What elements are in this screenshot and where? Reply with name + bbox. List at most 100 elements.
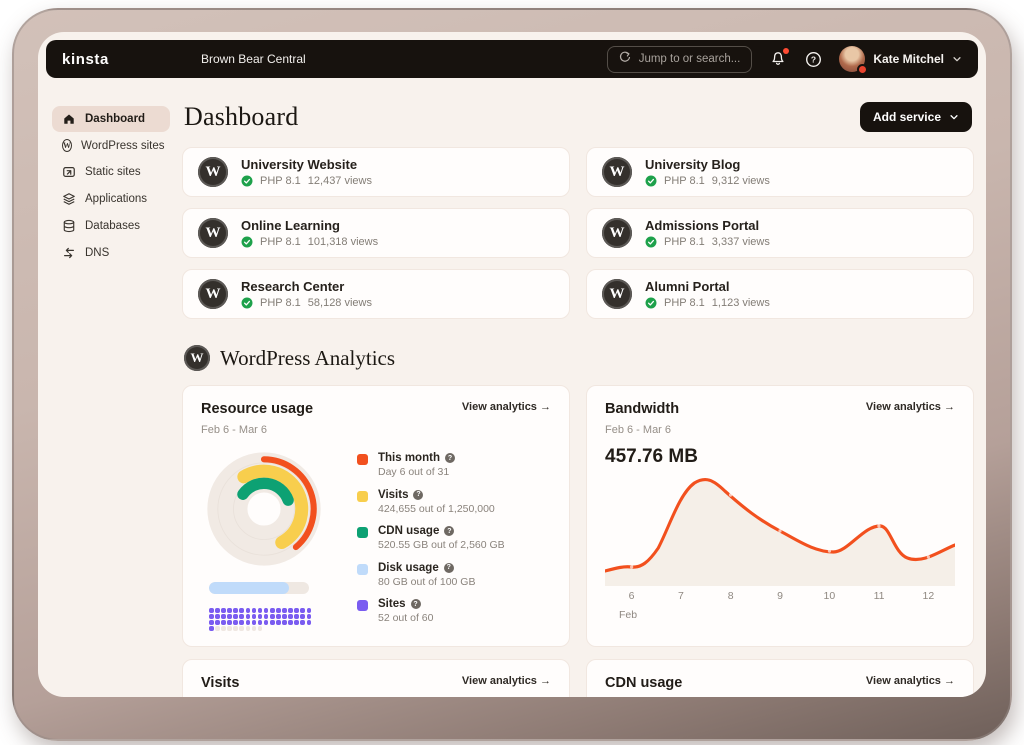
site-dot (221, 614, 226, 619)
date-range: Feb 6 - Mar 6 (605, 424, 955, 436)
resource-usage-legend: This month? Day 6 out of 31 Visits? (357, 448, 551, 631)
site-dot (246, 608, 251, 613)
site-dot (294, 608, 299, 613)
site-dot (209, 614, 214, 619)
sidebar-item-databases[interactable]: Databases (52, 213, 170, 239)
site-dot (209, 626, 214, 631)
wordpress-logo: W (602, 218, 632, 248)
site-dot (215, 614, 220, 619)
card-title: Visits (201, 675, 239, 691)
search-input[interactable]: Jump to or search... (607, 46, 753, 73)
status-ok-icon (645, 297, 657, 309)
wordpress-logo: W (198, 279, 228, 309)
site-dot (270, 620, 275, 625)
user-menu[interactable]: Kate Mitchel (839, 46, 962, 72)
site-dot (300, 614, 305, 619)
site-dot (307, 614, 312, 619)
site-card-research-center[interactable]: W Research Center PHP 8.1 58,128 views (182, 269, 570, 319)
site-dot (270, 614, 275, 619)
card-title: CDN usage (605, 675, 682, 691)
page-title: Dashboard (184, 102, 298, 132)
site-dot (221, 608, 226, 613)
site-dot (264, 614, 269, 619)
site-dot (294, 620, 299, 625)
site-dot (264, 608, 269, 613)
disk-usage-fill (209, 582, 289, 594)
site-dot (252, 626, 257, 631)
site-card-university-blog[interactable]: W University Blog PHP 8.1 9,312 views (586, 147, 974, 197)
site-dot (239, 608, 244, 613)
php-version: PHP 8.1 (664, 175, 705, 187)
notifications-bell-icon[interactable] (769, 50, 787, 68)
site-dot (246, 614, 251, 619)
search-placeholder: Jump to or search... (639, 53, 741, 65)
site-dot (282, 614, 287, 619)
help-icon[interactable]: ? (444, 563, 454, 573)
view-analytics-link[interactable]: View analytics → (462, 675, 551, 687)
sidebar-item-static-sites[interactable]: Static sites (52, 159, 170, 185)
legend-item-sites: Sites? 52 out of 60 (357, 598, 551, 624)
legend-item-disk-usage: Disk usage? 80 GB out of 100 GB (357, 562, 551, 588)
user-name: Kate Mitchel (873, 52, 944, 66)
help-icon[interactable]: ? (804, 50, 822, 68)
site-dot (227, 626, 232, 631)
date-range: Feb 6 - Mar 6 (201, 424, 551, 436)
sidebar: Dashboard W WordPress sites Static sites… (38, 86, 176, 697)
sidebar-item-applications[interactable]: Applications (52, 186, 170, 212)
site-views: 58,128 views (308, 297, 372, 309)
help-icon[interactable]: ? (445, 453, 455, 463)
view-analytics-link[interactable]: View analytics → (866, 401, 955, 413)
site-dot (215, 626, 220, 631)
sidebar-item-dns[interactable]: DNS (52, 240, 170, 266)
site-dot (233, 608, 238, 613)
site-views: 12,437 views (308, 175, 372, 187)
site-dot (209, 608, 214, 613)
site-dot (288, 620, 293, 625)
php-version: PHP 8.1 (664, 236, 705, 248)
dns-icon (62, 246, 76, 260)
site-dot (294, 614, 299, 619)
site-dot (227, 614, 232, 619)
view-analytics-link[interactable]: View analytics → (462, 401, 551, 413)
sidebar-item-wordpress-sites[interactable]: W WordPress sites (52, 133, 170, 158)
site-dot (282, 620, 287, 625)
site-dot (233, 614, 238, 619)
x-axis-labels: 6 7 8 9 10 11 12 (605, 590, 955, 606)
site-dot (239, 614, 244, 619)
kinsta-logo[interactable]: kinsta (62, 51, 109, 68)
help-icon[interactable]: ? (411, 599, 421, 609)
sidebar-item-dashboard[interactable]: Dashboard (52, 106, 170, 132)
site-dot (252, 614, 257, 619)
site-dot (276, 608, 281, 613)
site-dot (252, 608, 257, 613)
avatar (839, 46, 865, 72)
chevron-down-icon (952, 54, 962, 64)
site-dot (258, 608, 263, 613)
view-analytics-link[interactable]: View analytics → (866, 675, 955, 687)
home-icon (62, 112, 76, 126)
php-version: PHP 8.1 (260, 297, 301, 309)
site-dot (276, 620, 281, 625)
wordpress-logo: W (198, 157, 228, 187)
legend-item-visits: Visits? 424,655 out of 1,250,000 (357, 489, 551, 515)
site-card-alumni-portal[interactable]: W Alumni Portal PHP 8.1 1,123 views (586, 269, 974, 319)
site-views: 1,123 views (712, 297, 770, 309)
add-service-button[interactable]: Add service (860, 102, 972, 132)
site-dot (264, 620, 269, 625)
help-icon[interactable]: ? (444, 526, 454, 536)
site-dot (246, 620, 251, 625)
site-card-admissions-portal[interactable]: W Admissions Portal PHP 8.1 3,337 views (586, 208, 974, 258)
site-card-grid: W University Website PHP 8.1 12,437 view… (182, 147, 974, 319)
help-icon[interactable]: ? (413, 490, 423, 500)
top-navigation-bar: kinsta Brown Bear Central Jump to or sea… (46, 40, 978, 78)
site-card-university-website[interactable]: W University Website PHP 8.1 12,437 view… (182, 147, 570, 197)
site-dot (258, 626, 263, 631)
site-dot (221, 626, 226, 631)
site-dot (282, 608, 287, 613)
main-content: Dashboard Add service W University Websi… (176, 86, 986, 697)
status-ok-icon (241, 175, 253, 187)
wordpress-logo: W (602, 279, 632, 309)
site-dot (252, 620, 257, 625)
workspace-name[interactable]: Brown Bear Central (201, 52, 306, 66)
site-card-online-learning[interactable]: W Online Learning PHP 8.1 101,318 views (182, 208, 570, 258)
